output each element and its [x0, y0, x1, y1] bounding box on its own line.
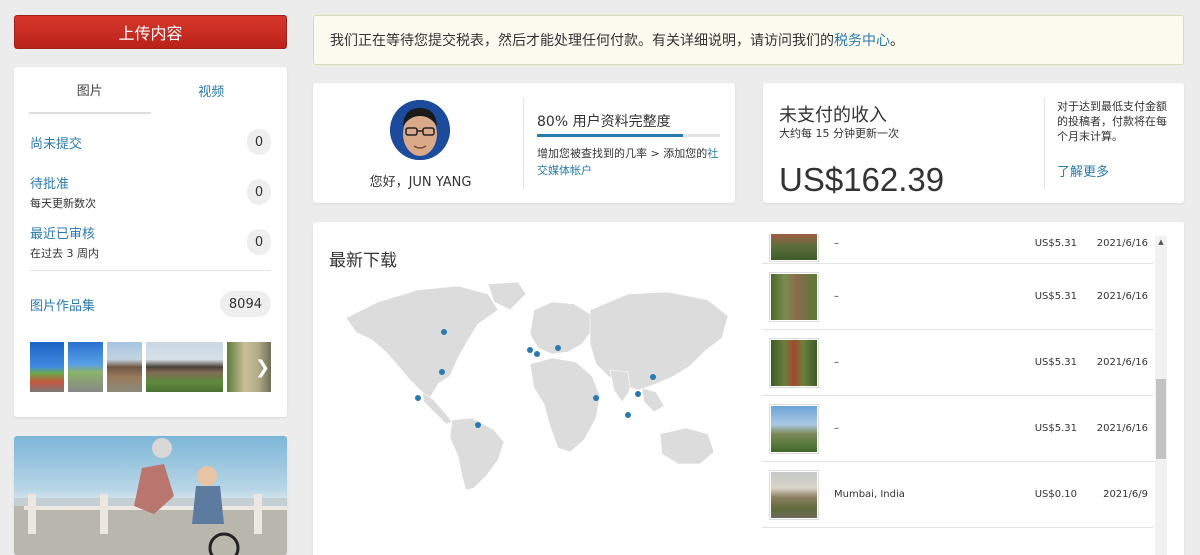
list-item[interactable]: – US$5.31 2021/6/16 [762, 234, 1154, 264]
promo-illustration [14, 438, 287, 555]
promo-banner-image[interactable] [14, 436, 287, 555]
learn-more-link[interactable]: 了解更多 [1057, 161, 1109, 180]
divider [523, 97, 524, 189]
download-price: US$5.31 [1034, 357, 1077, 368]
download-thumbnail[interactable] [769, 234, 819, 262]
stat-sub: 每天更新数次 [30, 197, 96, 210]
portfolio-link[interactable]: 图片作品集 [30, 295, 95, 314]
progress-fill [537, 134, 684, 137]
unpaid-earnings-card: 未支付的收入 大约每 15 分钟更新一次 US$162.39 对于达到最低支付金… [763, 83, 1184, 203]
download-date: 2021/6/16 [1096, 238, 1148, 249]
scrollbar-thumb[interactable] [1156, 379, 1166, 459]
count-badge: 0 [247, 229, 271, 255]
tab-videos[interactable]: 视频 [151, 67, 273, 114]
map-marker[interactable] [625, 412, 631, 418]
thumbnail-image[interactable] [146, 342, 223, 392]
map-marker[interactable] [635, 391, 641, 397]
download-date: 2021/6/16 [1096, 291, 1148, 302]
stat-portfolio[interactable]: 图片作品集 8094 [30, 291, 271, 317]
download-thumbnail[interactable] [769, 403, 819, 454]
map-marker[interactable] [555, 345, 561, 351]
thumbnail-image[interactable] [68, 342, 103, 392]
download-price: US$0.10 [1034, 489, 1077, 500]
downloads-scrollbar[interactable]: ▲ [1155, 236, 1167, 555]
download-date: 2021/6/9 [1103, 489, 1148, 500]
divider [30, 270, 271, 271]
downloads-title: 最新下载 [329, 251, 397, 271]
chevron-right-icon[interactable]: ❯ [255, 357, 270, 378]
stat-label[interactable]: 尚未提交 [30, 133, 82, 152]
download-thumbnail[interactable] [769, 271, 819, 322]
earnings-update-note: 大约每 15 分钟更新一次 [779, 127, 899, 140]
download-location: – [834, 291, 839, 302]
tax-center-link[interactable]: 税务中心 [834, 30, 890, 50]
stat-label[interactable]: 最近已审核 [30, 223, 99, 242]
download-price: US$5.31 [1034, 423, 1077, 434]
download-location: – [834, 357, 839, 368]
download-world-map [345, 281, 728, 491]
user-greeting: 您好，JUN YANG [369, 175, 472, 190]
count-badge: 0 [247, 179, 271, 205]
profile-completeness-bar [537, 134, 720, 137]
map-marker[interactable] [475, 422, 481, 428]
earnings-title: 未支付的收入 [779, 105, 887, 126]
download-price: US$5.31 [1034, 291, 1077, 302]
download-location: Mumbai, India [834, 489, 905, 500]
profile-completeness-label: 80% 用户资料完整度 [537, 114, 671, 130]
avatar-photo [390, 100, 450, 160]
stat-label[interactable]: 待批准 [30, 173, 96, 192]
download-date: 2021/6/16 [1096, 423, 1148, 434]
list-item[interactable]: – US$5.31 2021/6/16 [762, 330, 1154, 396]
earnings-amount: US$162.39 [779, 161, 945, 198]
recent-downloads-card: 最新下载 – US$5.31 2021/6/16 – US$5.31 2021/… [313, 222, 1184, 555]
avatar[interactable] [390, 100, 450, 160]
submission-stats-panel: 图片 视频 尚未提交 0 待批准 每天更新数次 0 最近已审核 在过去 3 周内… [14, 67, 287, 417]
download-price: US$5.31 [1034, 238, 1077, 249]
completeness-hint: 增加您被查找到的几率 > 添加您的社交媒体帐户 [537, 145, 727, 179]
downloads-list: – US$5.31 2021/6/16 – US$5.31 2021/6/16 … [762, 234, 1154, 555]
download-thumbnail[interactable] [769, 469, 819, 520]
count-badge: 0 [247, 129, 271, 155]
download-location: – [834, 238, 839, 249]
map-marker[interactable] [415, 395, 421, 401]
hint-text: 增加您被查找到的几率 > 添加您的 [537, 147, 708, 160]
notice-text: 我们正在等待您提交税表，然后才能处理任何付款。有关详细说明，请访问我们的 [330, 33, 834, 49]
list-item[interactable]: – US$5.31 2021/6/16 [762, 396, 1154, 462]
download-location: – [834, 423, 839, 434]
count-badge: 8094 [219, 291, 271, 317]
download-date: 2021/6/16 [1096, 357, 1148, 368]
stat-recently-reviewed[interactable]: 最近已审核 在过去 3 周内 0 [30, 223, 271, 261]
download-thumbnail[interactable] [769, 337, 819, 388]
list-item[interactable]: – US$5.31 2021/6/16 [762, 264, 1154, 330]
scroll-up-arrow-icon[interactable]: ▲ [1155, 236, 1167, 248]
tab-images[interactable]: 图片 [29, 67, 151, 114]
portfolio-thumbnails [30, 342, 271, 392]
map-marker[interactable] [593, 395, 599, 401]
tax-notice-banner: 我们正在等待您提交税表，然后才能处理任何付款。有关详细说明，请访问我们的 税务中心… [313, 15, 1184, 65]
notice-suffix: 。 [890, 33, 904, 49]
stat-sub: 在过去 3 周内 [30, 247, 99, 260]
media-type-tabs: 图片 视频 [29, 67, 272, 114]
upload-content-button[interactable]: 上传内容 [14, 15, 287, 49]
thumbnail-image[interactable] [30, 342, 64, 392]
list-item[interactable]: Mumbai, India US$0.10 2021/6/9 [762, 462, 1154, 528]
map-marker[interactable] [527, 347, 533, 353]
map-marker[interactable] [439, 369, 445, 375]
payout-note: 对于达到最低支付金额的投稿者，付款将在每个月末计算。 [1057, 100, 1167, 143]
map-marker[interactable] [441, 329, 447, 335]
thumbnail-image[interactable] [107, 342, 142, 392]
map-marker[interactable] [650, 374, 656, 380]
divider [1044, 97, 1045, 189]
stat-pending[interactable]: 待批准 每天更新数次 0 [30, 173, 271, 211]
stat-not-submitted[interactable]: 尚未提交 0 [30, 129, 271, 155]
map-marker[interactable] [534, 351, 540, 357]
profile-card: 您好，JUN YANG 80% 用户资料完整度 增加您被查找到的几率 > 添加您… [313, 83, 735, 203]
